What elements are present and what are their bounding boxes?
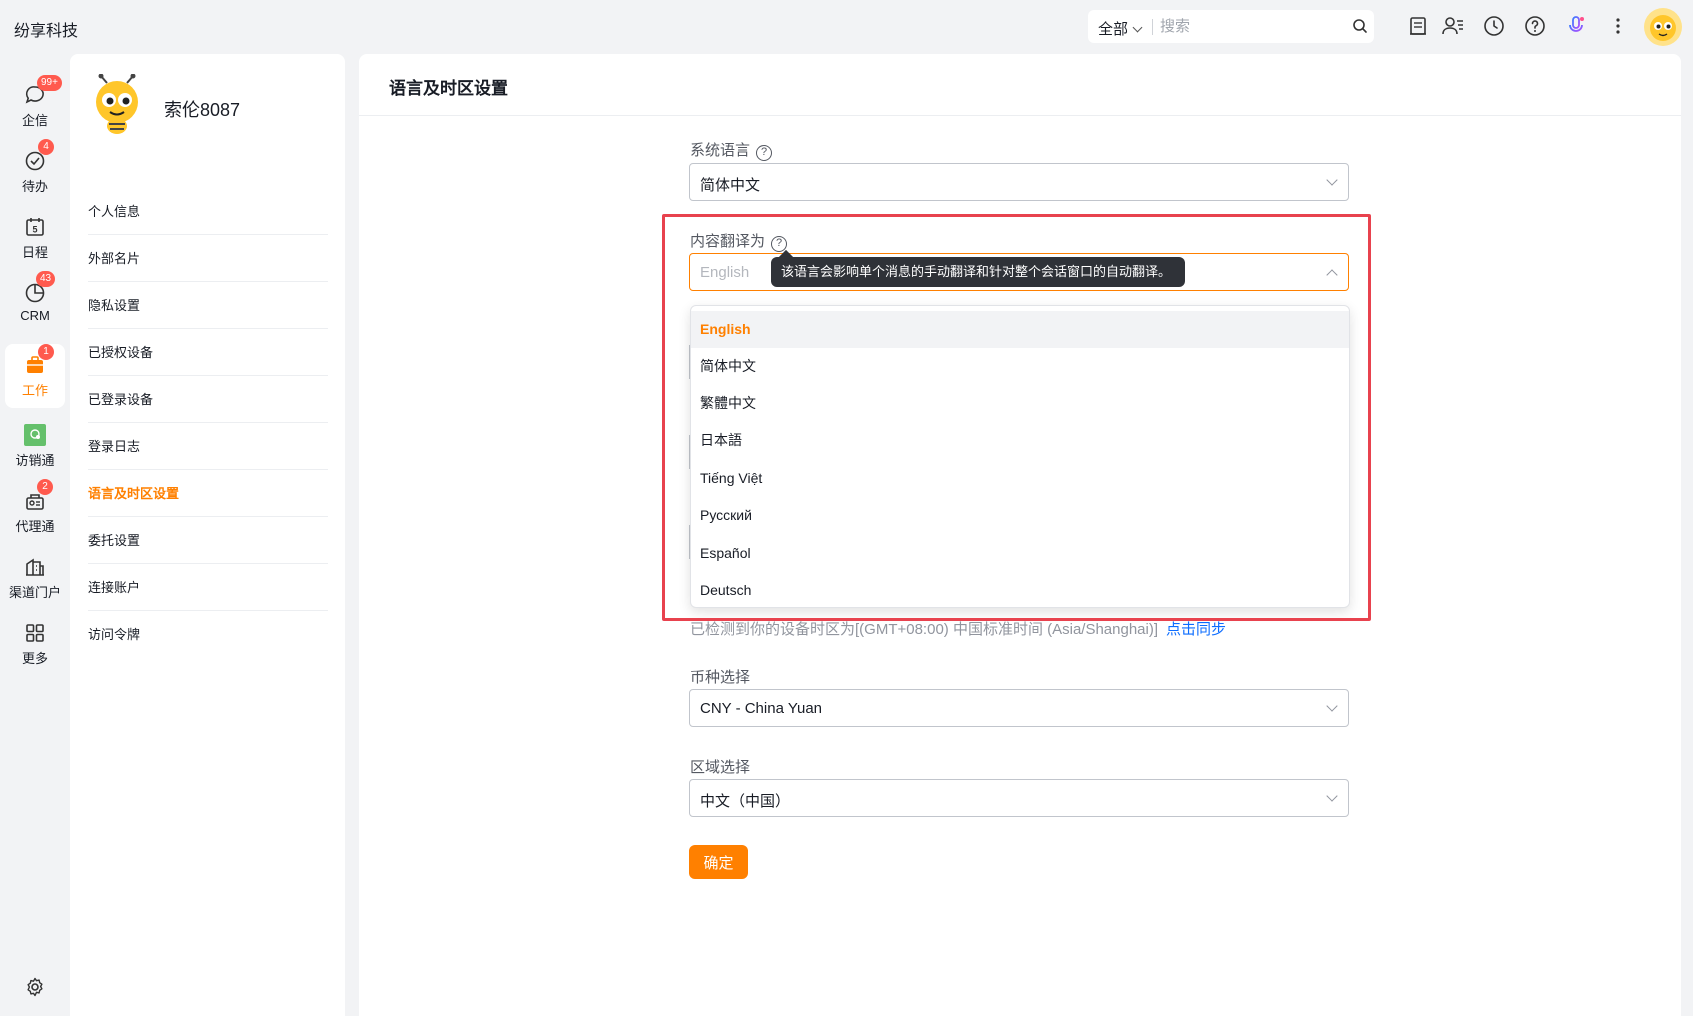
- bee-mascot-icon: [1650, 15, 1676, 41]
- menu-item-privacy[interactable]: 隐私设置: [88, 282, 328, 329]
- nav-item-crm[interactable]: 43 CRM: [5, 271, 65, 332]
- voice-assistant-icon[interactable]: [1564, 14, 1588, 38]
- dropdown-option-japanese[interactable]: 日本語: [691, 422, 1349, 459]
- menu-item-login-log[interactable]: 登录日志: [88, 423, 328, 470]
- translate-label: 内容翻译为?: [690, 230, 788, 252]
- menu-item-access-tokens[interactable]: 访问令牌: [88, 611, 328, 658]
- nav-item-agent[interactable]: 2 代理通: [5, 479, 65, 540]
- nav-item-more[interactable]: 更多: [5, 612, 65, 672]
- page-title: 语言及时区设置: [389, 79, 508, 98]
- translate-language-dropdown: English 简体中文 繁體中文 日本語 Tiếng Việt Русский…: [690, 305, 1350, 608]
- global-search: 全部: [1088, 10, 1374, 43]
- help-icon[interactable]: [1523, 14, 1547, 38]
- calendar-day: 5: [32, 225, 37, 235]
- translate-label-text: 内容翻译为: [690, 233, 766, 250]
- menu-item-connected-accounts[interactable]: 连接账户: [88, 564, 328, 611]
- chevron-down-icon: [1132, 22, 1143, 33]
- settings-gear-icon[interactable]: [24, 976, 46, 998]
- nav-item-todo[interactable]: 4 待办: [5, 139, 65, 200]
- menu-item-logged-devices[interactable]: 已登录设备: [88, 376, 328, 423]
- translate-tooltip: 该语言会影响单个消息的手动翻译和针对整个会话窗口的自动翻译。: [771, 249, 1185, 287]
- timezone-notice-text: 已检测到你的设备时区为[(GMT+08:00) 中国标准时间 (Asia/Sha…: [690, 621, 1159, 638]
- system-language-select[interactable]: 简体中文: [689, 163, 1349, 201]
- chevron-up-icon: [1326, 269, 1338, 281]
- agent-badge: 2: [37, 479, 53, 495]
- nav-label: CRM: [20, 308, 50, 323]
- dropdown-option-english[interactable]: English: [691, 311, 1349, 348]
- nav-label: 更多: [21, 651, 48, 666]
- system-language-value: 简体中文: [700, 177, 761, 194]
- document-icon[interactable]: [1406, 14, 1430, 38]
- search-divider: [1152, 19, 1153, 35]
- nav-label: 代理通: [15, 519, 55, 534]
- menu-item-personal-info[interactable]: 个人信息: [88, 188, 328, 235]
- search-input[interactable]: [1160, 15, 1340, 37]
- clock-icon[interactable]: [1482, 14, 1506, 38]
- dropdown-option-russian[interactable]: Русский: [691, 497, 1349, 534]
- chevron-down-icon: [1326, 174, 1338, 186]
- timezone-notice: 已检测到你的设备时区为[(GMT+08:00) 中国标准时间 (Asia/Sha…: [690, 618, 1226, 639]
- currency-value: CNY - China Yuan: [700, 700, 823, 717]
- nav-label: 访销通: [15, 453, 55, 468]
- bee-mascot-icon: [96, 74, 138, 134]
- contacts-icon[interactable]: [1441, 14, 1465, 38]
- region-select[interactable]: 中文（中国）: [689, 779, 1349, 817]
- dropdown-option-spanish[interactable]: Español: [691, 535, 1349, 572]
- menu-item-authorized-devices[interactable]: 已授权设备: [88, 329, 328, 376]
- system-language-label-text: 系统语言: [690, 142, 751, 159]
- search-icon[interactable]: [1352, 18, 1368, 34]
- nav-label: 工作: [21, 383, 48, 398]
- nav-label: 待办: [21, 179, 48, 194]
- nav-label: 企信: [21, 113, 48, 128]
- nav-item-chat[interactable]: 99+ 企信: [5, 74, 65, 134]
- top-bar: 纷享科技 全部: [0, 0, 1693, 52]
- chevron-down-icon: [1326, 700, 1338, 712]
- brand-name: 纷享科技: [14, 23, 79, 40]
- search-scope-label: 全部: [1098, 21, 1129, 38]
- search-scope-dropdown[interactable]: 全部: [1098, 18, 1143, 39]
- header-divider: [359, 115, 1681, 116]
- confirm-button[interactable]: 确定: [689, 845, 748, 879]
- calendar-icon: 5: [26, 218, 44, 236]
- chevron-down-icon: [1326, 790, 1338, 802]
- crm-badge: 43: [36, 271, 56, 287]
- nav-item-channel-portal[interactable]: 渠道门户: [5, 546, 65, 606]
- work-badge: 1: [38, 344, 54, 360]
- region-label: 区域选择: [690, 759, 751, 776]
- dropdown-option-vietnamese[interactable]: Tiếng Việt: [691, 460, 1349, 497]
- timezone-sync-link[interactable]: 点击同步: [1166, 621, 1226, 638]
- dropdown-option-traditional-chinese[interactable]: 繁體中文: [691, 385, 1349, 422]
- nav-item-calendar[interactable]: 5 日程: [5, 206, 65, 266]
- chat-badge: 99+: [37, 75, 62, 91]
- todo-badge: 4: [38, 139, 54, 155]
- region-value: 中文（中国）: [700, 793, 791, 810]
- nav-item-fxt[interactable]: 访销通: [5, 414, 65, 474]
- nav-label: 渠道门户: [8, 585, 61, 600]
- menu-item-language-timezone[interactable]: 语言及时区设置: [88, 470, 328, 517]
- translate-language-placeholder: English: [700, 264, 750, 281]
- system-language-label: 系统语言?: [690, 139, 773, 161]
- building-icon: [26, 558, 44, 576]
- profile-panel: 索伦8087 个人信息 外部名片 隐私设置 已授权设备 已登录设备 登录日志 语…: [70, 54, 345, 1016]
- grid-icon: [26, 624, 44, 642]
- menu-item-external-card[interactable]: 外部名片: [88, 235, 328, 282]
- nav-label: 日程: [21, 245, 48, 260]
- currency-select[interactable]: CNY - China Yuan: [689, 689, 1349, 727]
- dropdown-option-simplified-chinese[interactable]: 简体中文: [691, 348, 1349, 385]
- nav-item-work[interactable]: 1 工作: [5, 344, 65, 408]
- tooltip-text: 该语言会影响单个消息的手动翻译和针对整个会话窗口的自动翻译。: [781, 264, 1172, 279]
- more-icon[interactable]: [1606, 14, 1630, 38]
- menu-item-delegation[interactable]: 委托设置: [88, 517, 328, 564]
- app-icon: [24, 424, 46, 446]
- dropdown-option-german[interactable]: Deutsch: [691, 572, 1349, 607]
- left-navigation: 99+ 企信 4 待办 5 日程 43 CRM 1 工作 访销通 2 代理通 渠…: [0, 52, 70, 1016]
- username: 索伦8087: [164, 100, 241, 120]
- user-avatar[interactable]: [1644, 8, 1682, 46]
- help-icon[interactable]: ?: [756, 145, 773, 161]
- currency-label: 币种选择: [690, 669, 751, 686]
